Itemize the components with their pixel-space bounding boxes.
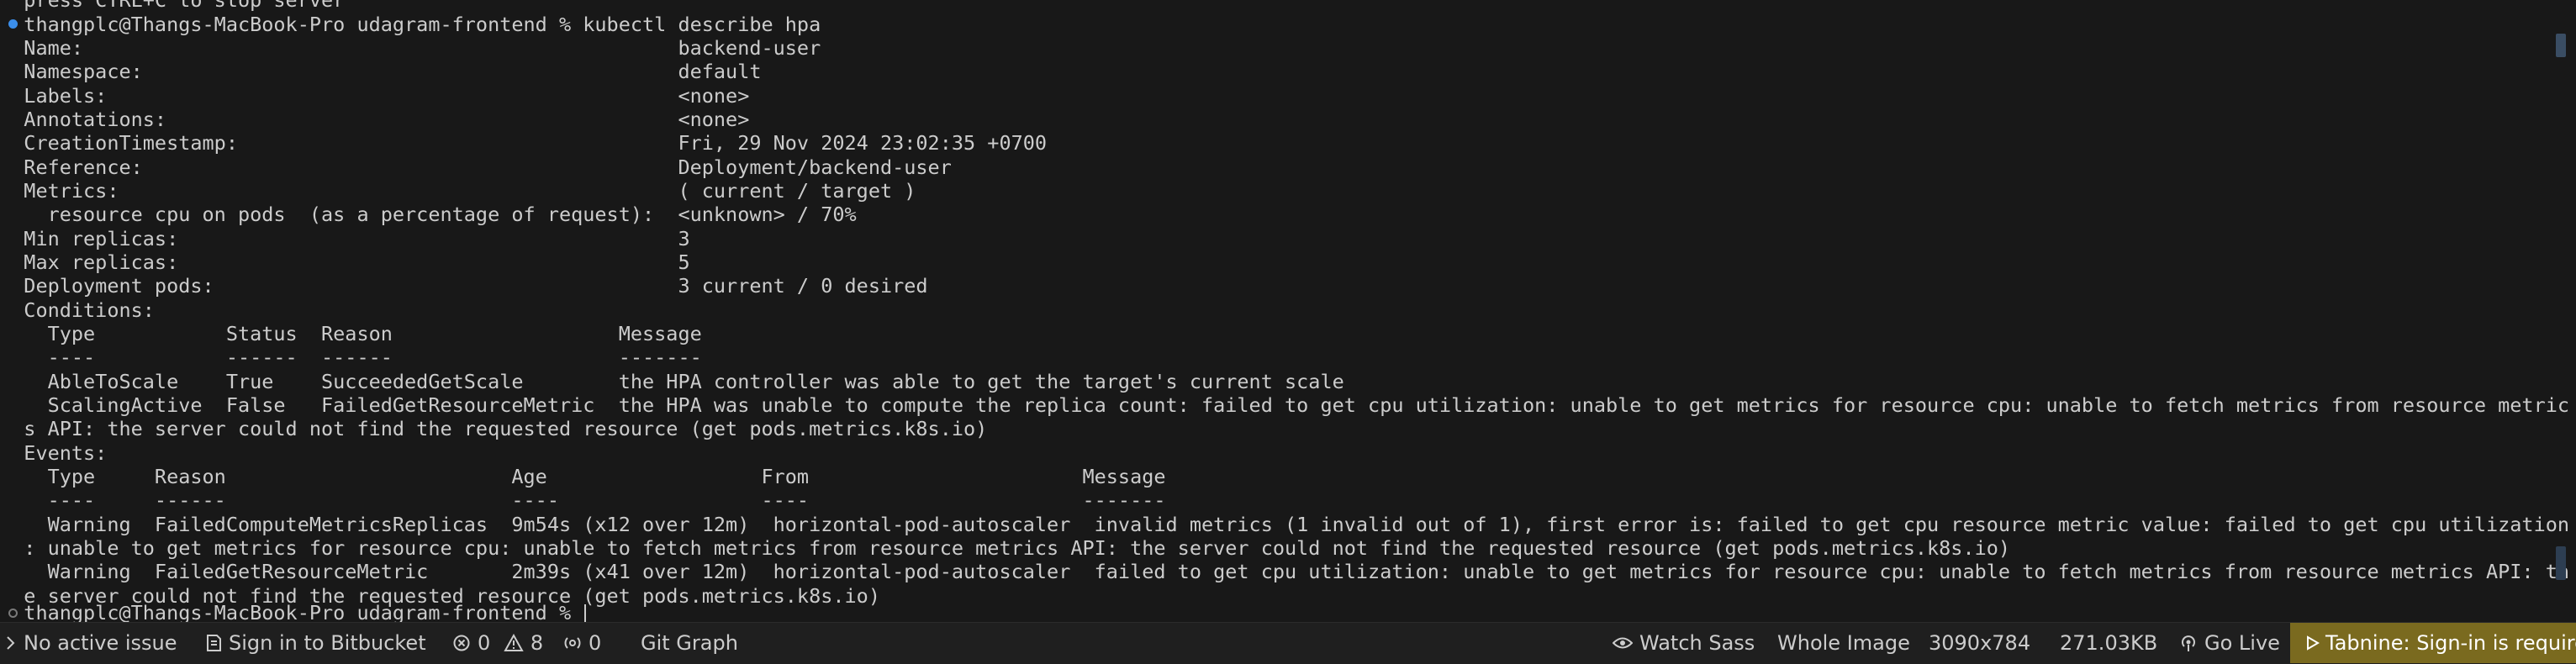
terminal-line: Warning FailedComputeMetricsReplicas 9m5…: [0, 513, 2570, 536]
bitbucket-sign-in[interactable]: Sign in to Bitbucket: [205, 623, 426, 663]
watch-sass-label: Watch Sass: [1639, 631, 1755, 655]
warning-count: 8: [530, 631, 544, 655]
jira-issue-status[interactable]: No active issue: [5, 623, 177, 663]
terminal-line: Max replicas: 5: [0, 250, 690, 274]
terminal-line: Namespace: default: [0, 60, 762, 83]
broadcast-icon: [2182, 635, 2195, 651]
terminal-panel[interactable]: press CTRL+C to stop server thangplc@Tha…: [0, 0, 2576, 622]
dimensions-label: 3090x784: [1929, 631, 2031, 655]
file-size-label: 271.03KB: [2060, 631, 2158, 655]
terminal-line: Events:: [0, 441, 108, 465]
terminal-line: Reference: Deployment/backend-user: [0, 155, 952, 179]
eye-icon: [1612, 637, 1634, 648]
image-file-size: 271.03KB: [2060, 623, 2157, 663]
tabnine-status[interactable]: Tabnine: Sign-in is require: [2290, 623, 2576, 663]
terminal-prompt-line[interactable]: thangplc@Thangs-MacBook-Pro udagram-fron…: [0, 601, 587, 622]
problems-indicator[interactable]: 0 8: [452, 623, 543, 663]
terminal-line: Metrics: ( current / target ): [0, 179, 916, 203]
image-zoom-mode[interactable]: Whole Image: [1777, 623, 1910, 663]
terminal-line: Type Status Reason Message: [0, 322, 702, 345]
git-graph-label: Git Graph: [641, 631, 738, 655]
terminal-line: ScalingActive False FailedGetResourceMet…: [0, 393, 2570, 417]
bitbucket-label: Sign in to Bitbucket: [229, 631, 426, 655]
scrollbar-marker[interactable]: [2556, 34, 2566, 57]
terminal-line: Type Reason Age From Message: [0, 465, 1166, 488]
ports-count: 0: [589, 631, 602, 655]
terminal-line: AbleToScale True SucceededGetScale the H…: [0, 370, 1344, 393]
terminal-line: Annotations: <none>: [0, 108, 750, 131]
warning-icon: [504, 633, 524, 651]
terminal-line: Labels: <none>: [0, 84, 750, 108]
git-graph-button[interactable]: Git Graph: [641, 623, 738, 663]
ports-indicator[interactable]: 0: [563, 623, 601, 663]
tabnine-icon: [2307, 635, 2320, 651]
issue-label: No active issue: [24, 631, 177, 655]
terminal-line: ---- ------ ---- ---- -------: [0, 488, 1166, 512]
tabnine-label: Tabnine: Sign-in is require: [2325, 631, 2576, 655]
terminal-line: ---- ------ ------ -------: [0, 345, 702, 369]
scrollbar-thumb[interactable]: [2556, 546, 2566, 580]
chevron-right-icon: [7, 635, 15, 650]
terminal-prompt: thangplc@Thangs-MacBook-Pro udagram-fron…: [0, 601, 583, 622]
terminal-line: press CTRL+C to stop server: [0, 0, 346, 12]
go-live-label: Go Live: [2204, 631, 2280, 655]
image-dimensions: 3090x784: [1929, 623, 2030, 663]
terminal-line: Warning FailedGetResourceMetric 2m39s (x…: [0, 560, 2570, 583]
terminal-line: : unable to get metrics for resource cpu…: [0, 536, 2011, 560]
status-bar: No active issue Sign in to Bitbucket 0 8…: [0, 622, 2576, 664]
terminal-cursor: [584, 603, 587, 622]
terminal-line: Deployment pods: 3 current / 0 desired: [0, 274, 928, 298]
terminal-line: thangplc@Thangs-MacBook-Pro udagram-fron…: [0, 13, 821, 36]
go-live-button[interactable]: Go Live: [2179, 623, 2280, 663]
error-icon: [453, 635, 470, 651]
watch-sass-button[interactable]: Watch Sass: [1612, 623, 1755, 663]
terminal-line: Conditions:: [0, 298, 155, 322]
terminal-line: Name: backend-user: [0, 36, 821, 60]
ports-icon: [564, 636, 581, 649]
terminal-line: CreationTimestamp: Fri, 29 Nov 2024 23:0…: [0, 131, 1048, 155]
terminal-line: s API: the server could not find the req…: [0, 417, 988, 440]
bitbucket-icon: [207, 634, 221, 651]
terminal-line: Min replicas: 3: [0, 227, 690, 250]
whole-image-label: Whole Image: [1777, 631, 1910, 655]
terminal-line: resource cpu on pods (as a percentage of…: [0, 203, 857, 226]
error-count: 0: [478, 631, 491, 655]
